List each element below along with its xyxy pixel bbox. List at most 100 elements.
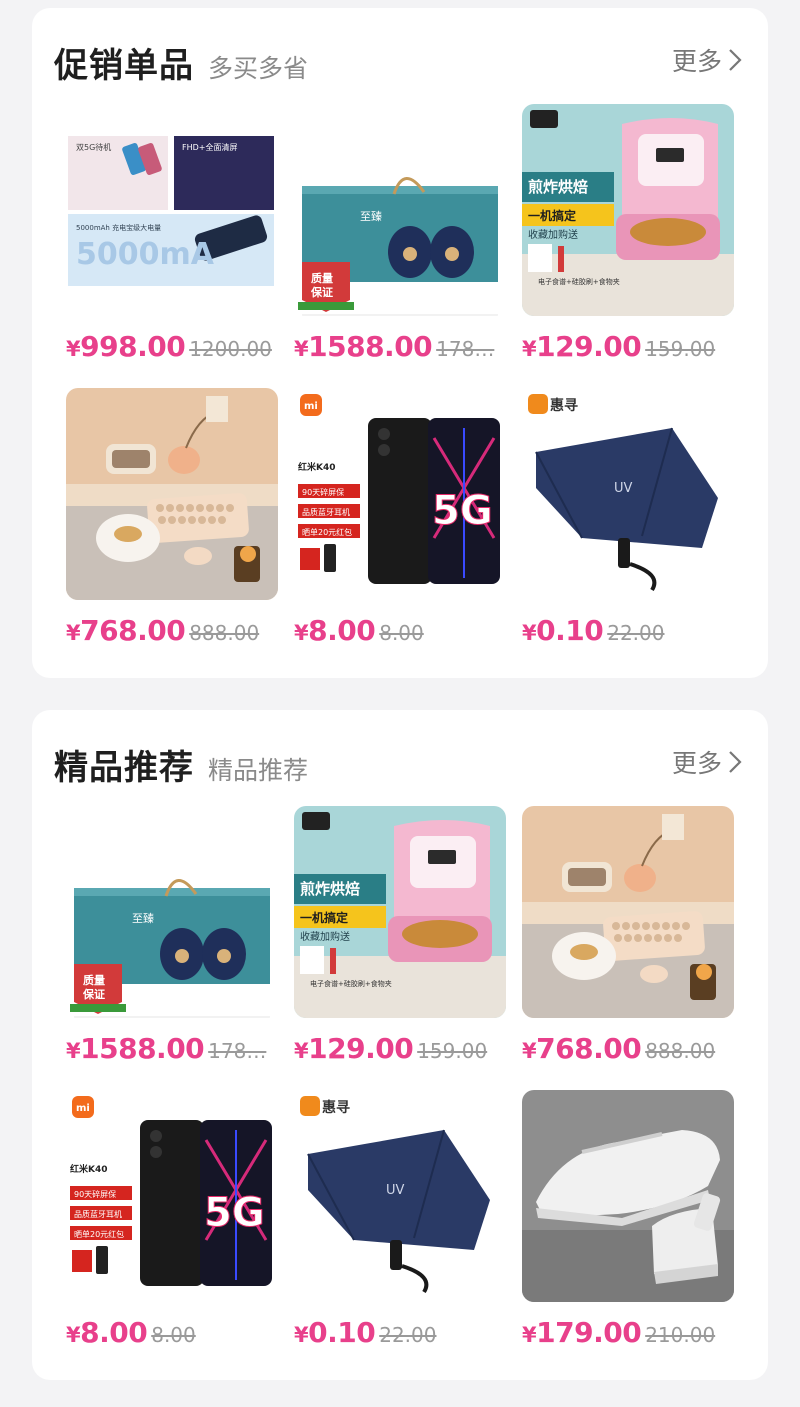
promo-text: 煎炸烘焙: [300, 880, 360, 898]
product-image: 双5G待机 FHD+全面清屏 5000mAh 充电宝级大电量 5000mA: [66, 104, 278, 316]
product-card[interactable]: 惠寻 UV ¥0.10 22.00: [522, 388, 734, 648]
mi-logo-text: mi: [76, 1103, 90, 1114]
sale-price: ¥1588.00: [294, 330, 433, 363]
caption-text: 双5G待机: [76, 142, 111, 152]
price-row: ¥0.10 22.00: [294, 1316, 506, 1349]
product-image: 煎炸烘焙 一机搞定 收藏加购送 电子食谱+硅胶刷+食物夹: [522, 104, 734, 316]
section-title: 精品推荐: [54, 748, 194, 788]
tag-text: 90天碎屏保: [74, 1189, 116, 1199]
product-card[interactable]: mi 5G 红米K40 90天碎屏保 品质蓝牙耳机 晒单20元红包 ¥8.00 …: [294, 388, 506, 648]
sale-price: ¥998.00: [66, 330, 186, 363]
product-card[interactable]: 惠寻 UV ¥0.10 22.00: [294, 1090, 506, 1350]
product-card[interactable]: 至臻 质量 保证 ¥1588.00 178…: [66, 806, 278, 1066]
tag-text: 晒单20元红包: [74, 1229, 124, 1239]
more-link[interactable]: 更多: [672, 42, 742, 78]
promo-text: 收藏加购送: [528, 228, 578, 241]
original-price: 159.00: [645, 337, 716, 361]
product-image: 惠寻 UV: [294, 1090, 506, 1302]
caption-text: 5000mA: [76, 237, 215, 272]
tag-text: 品质蓝牙耳机: [302, 507, 350, 517]
sale-price: ¥8.00: [294, 614, 376, 647]
chevron-right-icon: [729, 49, 742, 71]
product-card[interactable]: ¥768.00 888.00: [66, 388, 278, 648]
sale-price: ¥0.10: [522, 614, 604, 647]
product-image: 煎炸烘焙 一机搞定 收藏加购送 电子食谱+硅胶刷+食物夹: [294, 806, 506, 1018]
brand-logo-text: 惠寻: [550, 397, 578, 414]
big-5g-text: 5G: [432, 488, 493, 534]
recommend-section-card: 精品推荐 精品推荐 更多 至臻 质量 保证 ¥1588.00 178… 煎炸烘焙…: [32, 710, 768, 1380]
product-card[interactable]: 双5G待机 FHD+全面清屏 5000mAh 充电宝级大电量 5000mA ¥9…: [66, 104, 278, 364]
product-image: 至臻 质量 保证: [66, 806, 278, 1018]
original-price: 159.00: [417, 1039, 488, 1063]
badge-text: 质量: [311, 271, 333, 285]
product-image: [522, 806, 734, 1018]
badge-text: 质量: [83, 973, 105, 987]
caption-text: FHD+全面清屏: [182, 142, 237, 152]
badge-text: 保证: [310, 285, 333, 299]
uv-text: UV: [614, 481, 633, 496]
section-title: 促销单品: [54, 46, 194, 86]
sale-price: ¥768.00: [66, 614, 186, 647]
more-link[interactable]: 更多: [672, 744, 742, 780]
product-image: 惠寻 UV: [522, 388, 734, 600]
more-label: 更多: [671, 47, 722, 76]
sale-price: ¥129.00: [294, 1032, 414, 1065]
brand-text: 至臻: [132, 911, 154, 925]
sale-price: ¥129.00: [522, 330, 642, 363]
tag-text: 90天碎屏保: [302, 487, 344, 497]
price-row: ¥129.00 159.00: [294, 1032, 506, 1065]
tag-text: 品质蓝牙耳机: [74, 1209, 122, 1219]
brand-text: 至臻: [360, 209, 382, 223]
product-card[interactable]: 煎炸烘焙 一机搞定 收藏加购送 电子食谱+硅胶刷+食物夹 ¥129.00 159.…: [294, 806, 506, 1066]
product-image: 至臻 质量 保证: [294, 104, 506, 316]
product-image: [522, 1090, 734, 1302]
original-price: 8.00: [379, 621, 424, 645]
big-5g-text: 5G: [204, 1190, 265, 1236]
original-price: 22.00: [607, 621, 665, 645]
price-row: ¥998.00 1200.00: [66, 330, 278, 363]
price-row: ¥1588.00 178…: [294, 330, 506, 363]
promo-text: 一机搞定: [300, 910, 348, 925]
price-row: ¥8.00 8.00: [66, 1316, 278, 1349]
sale-price: ¥8.00: [66, 1316, 148, 1349]
original-price: 8.00: [151, 1323, 196, 1347]
original-price: 22.00: [379, 1323, 437, 1347]
mi-logo-text: mi: [304, 401, 318, 412]
original-price: 888.00: [189, 621, 260, 645]
product-card[interactable]: mi 5G 红米K40 90天碎屏保 品质蓝牙耳机 晒单20元红包 ¥8.00 …: [66, 1090, 278, 1350]
product-card[interactable]: 至臻 质量 保证 ¥1588.00 178…: [294, 104, 506, 364]
uv-text: UV: [386, 1183, 405, 1198]
caption-text: 5000mAh 充电宝级大电量: [76, 223, 161, 232]
price-row: ¥8.00 8.00: [294, 614, 506, 647]
sale-price: ¥768.00: [522, 1032, 642, 1065]
badge-text: 保证: [82, 987, 105, 1001]
model-text: 红米K40: [70, 1163, 108, 1175]
product-card[interactable]: 煎炸烘焙 一机搞定 收藏加购送 电子食谱+硅胶刷+食物夹 ¥129.00 159.…: [522, 104, 734, 364]
price-row: ¥768.00 888.00: [522, 1032, 734, 1065]
tag-text: 晒单20元红包: [302, 527, 352, 537]
price-row: ¥0.10 22.00: [522, 614, 734, 647]
more-label: 更多: [671, 749, 722, 778]
product-image: [66, 388, 278, 600]
promo-text: 电子食谱+硅胶刷+食物夹: [310, 979, 392, 988]
promo-text: 电子食谱+硅胶刷+食物夹: [538, 277, 620, 286]
price-row: ¥179.00 210.00: [522, 1316, 734, 1349]
sale-price: ¥0.10: [294, 1316, 376, 1349]
price-row: ¥1588.00 178…: [66, 1032, 278, 1065]
brand-logo-text: 惠寻: [322, 1099, 350, 1116]
price-row: ¥768.00 888.00: [66, 614, 278, 647]
product-image: mi 5G 红米K40 90天碎屏保 品质蓝牙耳机 晒单20元红包: [66, 1090, 278, 1302]
section-header: 促销单品 多买多省: [54, 38, 308, 86]
model-text: 红米K40: [298, 461, 336, 473]
section-subtitle: 多买多省: [208, 54, 309, 83]
product-card[interactable]: ¥179.00 210.00: [522, 1090, 734, 1350]
promo-text: 煎炸烘焙: [528, 178, 588, 196]
product-card[interactable]: ¥768.00 888.00: [522, 806, 734, 1066]
promo-text: 收藏加购送: [300, 930, 350, 943]
chevron-right-icon: [729, 751, 742, 773]
product-image: mi 5G 红米K40 90天碎屏保 品质蓝牙耳机 晒单20元红包: [294, 388, 506, 600]
section-header: 精品推荐 精品推荐: [54, 740, 308, 788]
sale-price: ¥1588.00: [66, 1032, 205, 1065]
sale-price: ¥179.00: [522, 1316, 642, 1349]
original-price: 178…: [436, 337, 495, 361]
